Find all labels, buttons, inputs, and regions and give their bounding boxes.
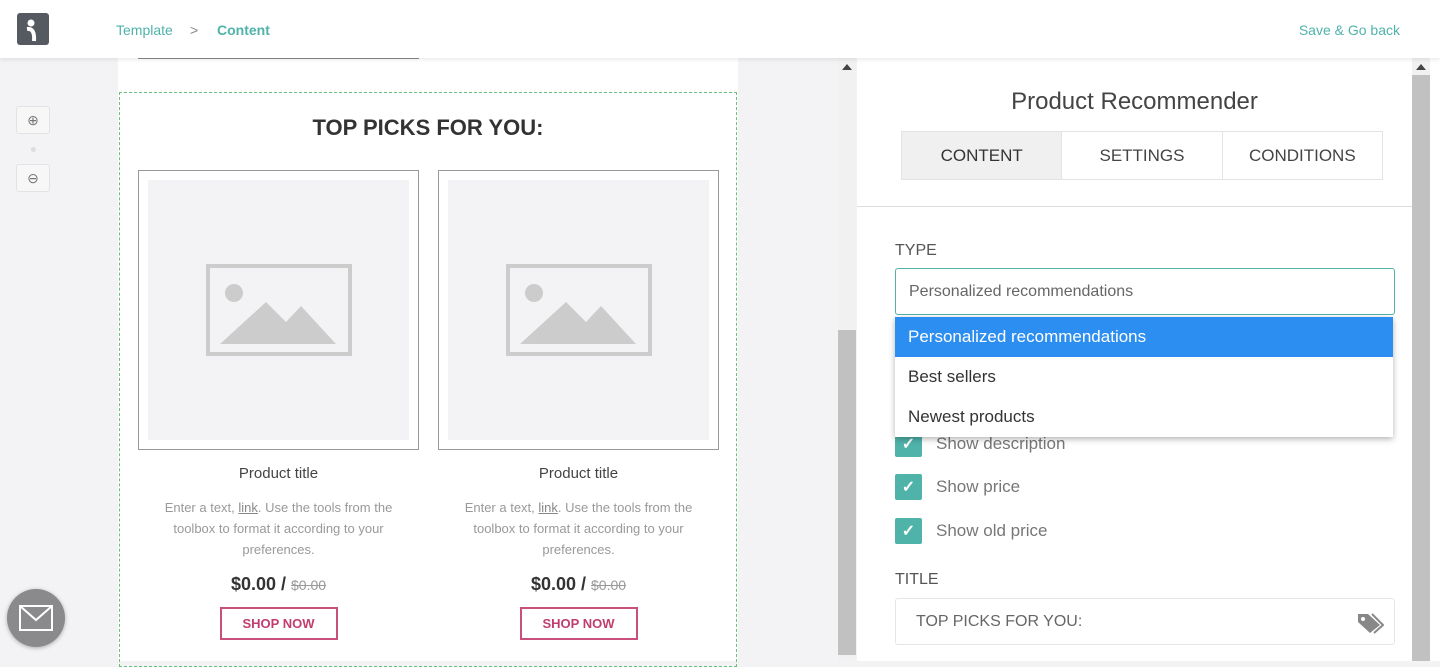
- option-newest[interactable]: Newest products: [895, 397, 1393, 437]
- logo[interactable]: [17, 13, 49, 45]
- block-heading: TOP PICKS FOR YOU:: [312, 115, 544, 140]
- scrollbar-thumb[interactable]: [1412, 75, 1430, 661]
- tab-conditions[interactable]: CONDITIONS: [1223, 132, 1382, 179]
- old-price: $0.00: [591, 577, 627, 593]
- scrollbar-thumb[interactable]: [838, 330, 856, 655]
- product-image: [438, 170, 719, 450]
- zoom-level-dot: [31, 147, 36, 152]
- mail-icon[interactable]: [7, 589, 65, 647]
- zoom-in-icon[interactable]: ⊕: [16, 106, 50, 134]
- edge: [1430, 58, 1440, 661]
- title-label: TITLE: [895, 571, 939, 588]
- option-best-sellers[interactable]: Best sellers: [895, 357, 1393, 397]
- option-personalized[interactable]: Personalized recommendations: [895, 317, 1393, 357]
- image-placeholder-icon: [505, 264, 652, 356]
- old-price: $0.00: [291, 577, 327, 593]
- shop-now-button[interactable]: SHOP NOW: [219, 607, 338, 640]
- breadcrumb-separator-icon: >: [190, 22, 199, 38]
- canvas-scrollbar[interactable]: [838, 58, 856, 661]
- divider: [857, 206, 1412, 207]
- product-description: Enter a text, link. Use the tools from t…: [164, 500, 393, 557]
- save-go-back-link[interactable]: Save & Go back: [1299, 22, 1400, 38]
- panel-title: Product Recommender: [1011, 88, 1258, 115]
- breadcrumb-template[interactable]: Template: [116, 22, 173, 38]
- checkmark-icon: ✓: [895, 518, 922, 544]
- show-old-price-checkbox[interactable]: ✓ Show old price: [895, 518, 1048, 544]
- shop-now-button[interactable]: SHOP NOW: [519, 607, 638, 640]
- tab-settings[interactable]: SETTINGS: [1062, 132, 1223, 179]
- product-title: Product title: [538, 465, 619, 482]
- product-image: [138, 170, 419, 450]
- breadcrumb-content: Content: [217, 22, 270, 38]
- type-select[interactable]: Personalized recommendations: [895, 268, 1395, 315]
- product-price: $0.00 / $0.00: [230, 574, 327, 594]
- product-price: $0.00 / $0.00: [530, 574, 627, 594]
- panel-scrollbar[interactable]: [1412, 58, 1430, 661]
- top-bar: Template > Content Save & Go back: [0, 0, 1440, 58]
- tab-content[interactable]: CONTENT: [902, 132, 1063, 179]
- zoom-out-icon[interactable]: ⊖: [16, 164, 50, 192]
- product-card: Product title Enter a text, link. Use th…: [138, 170, 419, 640]
- scroll-up-icon[interactable]: [842, 64, 852, 70]
- link[interactable]: link: [238, 500, 258, 515]
- type-label: TYPE: [895, 242, 937, 259]
- type-dropdown: Personalized recommendations Best seller…: [895, 317, 1393, 437]
- product-title: Product title: [238, 465, 319, 482]
- title-input[interactable]: TOP PICKS FOR YOU:: [895, 598, 1395, 645]
- scroll-up-icon[interactable]: [1416, 64, 1426, 70]
- panel-tabs: CONTENT SETTINGS CONDITIONS: [901, 131, 1383, 180]
- product-card: Product title Enter a text, link. Use th…: [438, 170, 719, 640]
- tag-icon[interactable]: [1356, 612, 1384, 634]
- checkmark-icon: ✓: [895, 474, 922, 500]
- image-placeholder-icon: [205, 264, 352, 356]
- product-description: Enter a text, link. Use the tools from t…: [464, 500, 693, 557]
- properties-panel: Product Recommender CONTENT SETTINGS CON…: [857, 58, 1412, 661]
- product-recommender-block[interactable]: TOP PICKS FOR YOU: Product title Enter a…: [119, 92, 737, 667]
- divider: [138, 58, 419, 59]
- show-price-checkbox[interactable]: ✓ Show price: [895, 474, 1020, 500]
- link[interactable]: link: [538, 500, 558, 515]
